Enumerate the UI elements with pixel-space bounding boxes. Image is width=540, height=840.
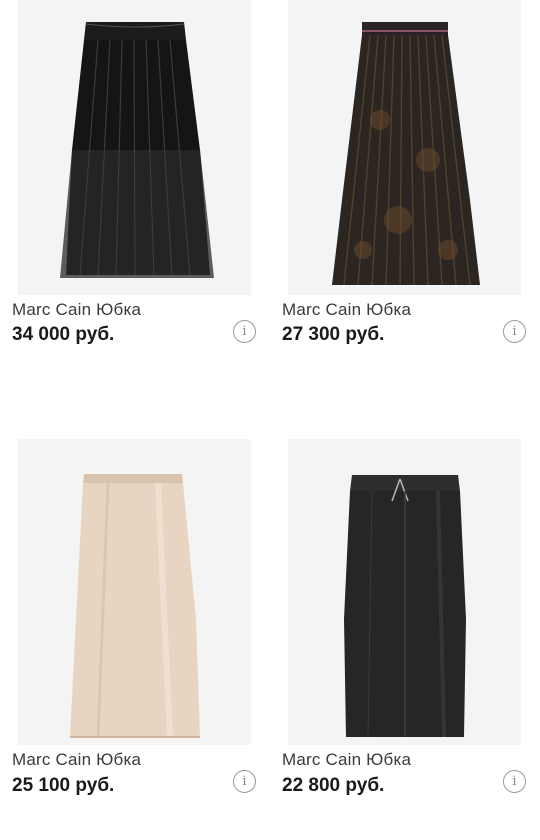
product-card[interactable]: Marc Cain Юбка 25 100 руб. i	[0, 430, 270, 840]
skirt-icon	[288, 0, 521, 295]
info-icon[interactable]: i	[503, 770, 526, 793]
product-price: 25 100 руб.	[12, 775, 115, 796]
product-price: 22 800 руб.	[282, 775, 385, 796]
info-icon[interactable]: i	[233, 320, 256, 343]
product-title[interactable]: Marc Cain Юбка	[12, 300, 141, 320]
product-card[interactable]: Marc Cain Юбка 22 800 руб. i	[270, 430, 540, 840]
product-title[interactable]: Marc Cain Юбка	[12, 750, 141, 770]
skirt-icon	[18, 439, 251, 745]
product-image[interactable]	[288, 439, 521, 745]
product-card[interactable]: Marc Cain Юбка 27 300 руб. i	[270, 0, 540, 410]
info-icon[interactable]: i	[503, 320, 526, 343]
product-card[interactable]: Marc Cain Юбка 34 000 руб. i	[0, 0, 270, 410]
product-image[interactable]	[18, 439, 251, 745]
product-image[interactable]	[18, 0, 251, 295]
product-title[interactable]: Marc Cain Юбка	[282, 750, 411, 770]
product-price: 27 300 руб.	[282, 324, 385, 345]
product-price: 34 000 руб.	[12, 324, 115, 345]
skirt-icon	[288, 439, 521, 745]
info-icon[interactable]: i	[233, 770, 256, 793]
product-title[interactable]: Marc Cain Юбка	[282, 300, 411, 320]
skirt-icon	[18, 0, 251, 295]
product-image[interactable]	[288, 0, 521, 295]
